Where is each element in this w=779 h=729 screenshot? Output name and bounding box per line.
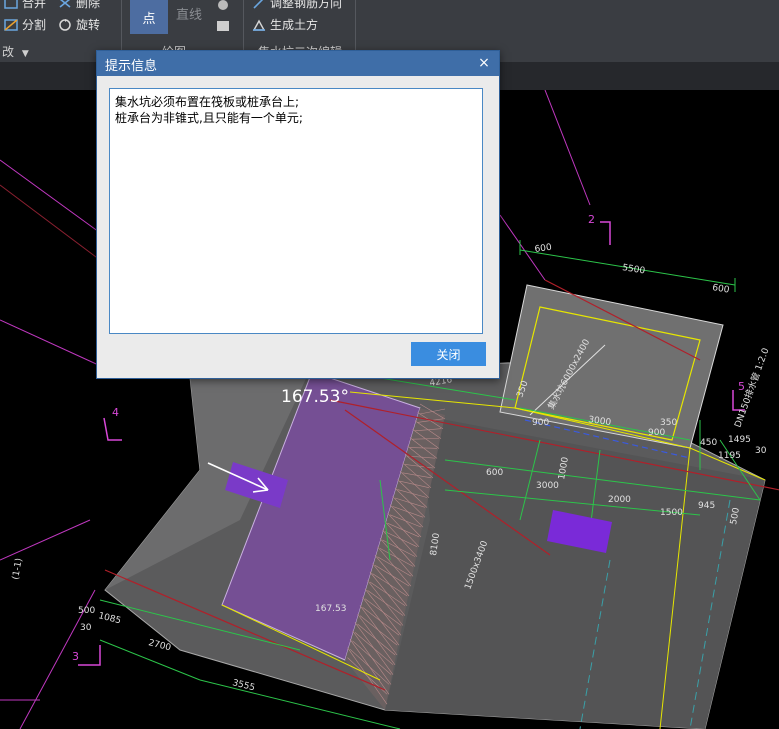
section-mark: 2	[588, 213, 595, 226]
dialog-title: 提示信息	[105, 59, 158, 74]
adjust-rebar-direction-button[interactable]: 调整钢筋方向	[252, 0, 342, 11]
dim-text: 600	[534, 243, 553, 255]
chevron-down-icon[interactable]: ▼	[22, 49, 29, 59]
dim-text: 5500	[622, 263, 646, 277]
section-mark: 5	[738, 380, 745, 393]
split-icon	[4, 18, 18, 32]
dim-text: 2000	[608, 495, 631, 505]
dim-text: 1495	[728, 435, 751, 445]
dim-text: 500	[78, 606, 95, 616]
dim-text: 350	[660, 418, 677, 428]
dim-text: 1195	[718, 451, 741, 461]
close-button[interactable]: 关闭	[411, 342, 486, 366]
rotate-icon	[58, 18, 72, 32]
merge-icon	[4, 0, 18, 10]
message-line: 桩承台为非锥式,且只能有一个单元;	[115, 111, 303, 125]
angle-readout: 167.53°	[281, 387, 349, 407]
merge-label: 合并	[22, 0, 47, 10]
dim-text: 945	[698, 501, 715, 511]
dim-text: 30	[80, 623, 92, 633]
delete-label: 删除	[76, 0, 101, 10]
point-button[interactable]: 点	[130, 0, 168, 34]
rotate-button[interactable]: 旋转	[58, 16, 100, 33]
dim-text: 3000	[536, 481, 559, 491]
merge-button[interactable]: 合并	[4, 0, 46, 11]
rotate-label: 旋转	[76, 18, 101, 32]
dim-text: 600	[712, 283, 731, 296]
dim-text: 600	[486, 468, 503, 478]
dim-text: 900	[532, 418, 549, 428]
earthwork-icon	[252, 18, 266, 32]
rebar-direction-icon	[252, 0, 266, 10]
delete-icon	[58, 0, 72, 10]
section-mark: 3	[72, 650, 79, 663]
generate-earthwork-button[interactable]: 生成土方	[252, 16, 318, 33]
section-mark: 4	[112, 406, 119, 419]
message-dialog: 提示信息 × 集水坑必须布置在筏板或桩承台上; 桩承台为非锥式,且只能有一个单元…	[96, 50, 500, 379]
split-button[interactable]: 分割	[4, 16, 46, 33]
dim-text: 900	[648, 428, 665, 438]
dim-text: 1500	[660, 508, 683, 518]
modify-group-label: 改 ▼	[2, 45, 29, 59]
dim-text: 167.53	[315, 604, 347, 614]
circle-tool-icon[interactable]	[217, 0, 229, 15]
dim-text: 30	[755, 446, 767, 456]
annotation-text: (1-1)	[11, 557, 25, 580]
delete-button[interactable]: 删除	[58, 0, 100, 11]
line-button[interactable]: 直线	[176, 4, 202, 23]
split-label: 分割	[22, 18, 47, 32]
message-line: 集水坑必须布置在筏板或桩承台上;	[115, 95, 300, 109]
dim-text: 1085	[97, 611, 122, 626]
dim-text: 450	[700, 438, 717, 448]
dialog-message-box[interactable]: 集水坑必须布置在筏板或桩承台上; 桩承台为非锥式,且只能有一个单元;	[109, 88, 483, 334]
rect-tool-icon[interactable]	[216, 17, 230, 36]
close-icon[interactable]: ×	[475, 54, 493, 72]
dialog-titlebar[interactable]: 提示信息 ×	[97, 51, 499, 76]
